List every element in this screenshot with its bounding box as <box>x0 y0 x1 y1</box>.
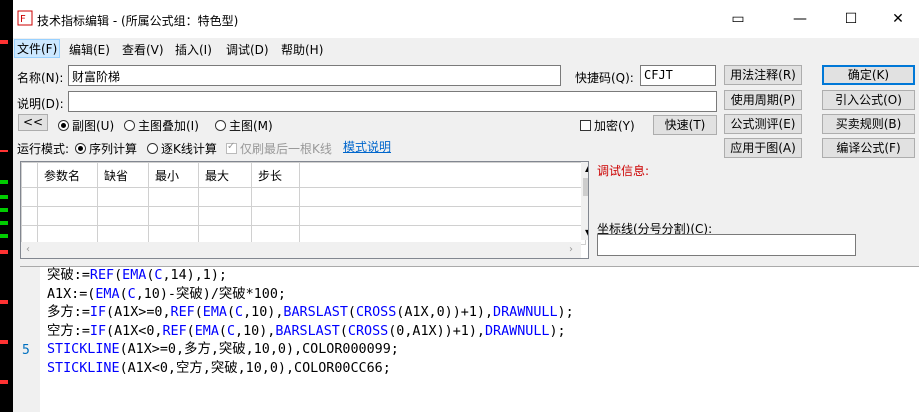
description-input[interactable] <box>68 91 717 112</box>
formula-test-button[interactable]: 公式测评(E) <box>724 114 802 134</box>
coordinate-lines-input[interactable] <box>597 234 856 256</box>
collapse-button[interactable]: << <box>18 114 48 131</box>
table-row[interactable] <box>21 187 586 207</box>
scroll-right-icon[interactable]: › <box>569 244 573 255</box>
window-title: 技术指标编辑 - (所属公式组：特色型) <box>37 14 239 28</box>
menu-edit[interactable]: 编辑(E) <box>69 41 110 58</box>
radio-sequence-calc[interactable]: 序列计算 <box>75 140 137 157</box>
menu-file[interactable]: 文件(F) <box>13 39 61 58</box>
quick-button[interactable]: 快速(T) <box>653 115 717 135</box>
import-formula-button[interactable]: 引入公式(O) <box>822 90 915 110</box>
code-line: STICKLINE(A1X>=0,多方,突破,10,0),COLOR000099… <box>47 342 399 358</box>
params-horizontal-scrollbar[interactable]: ‹ › <box>21 242 581 258</box>
editor-gutter: 5 <box>20 267 40 412</box>
menu-bar: 文件(F) 编辑(E) 查看(V) 插入(I) 调试(D) 帮助(H) <box>13 39 919 58</box>
formula-editor-dialog: F 技术指标编辑 - (所属公式组：特色型) ▭ — ☐ ✕ 文件(F) 编辑(… <box>13 0 919 412</box>
svg-text:F: F <box>20 14 26 25</box>
radio-sub-chart[interactable]: 副图(U) <box>58 117 114 134</box>
usage-period-button[interactable]: 使用周期(P) <box>724 90 802 110</box>
close-button[interactable]: ✕ <box>888 11 908 27</box>
scroll-up-icon[interactable]: ▲ <box>585 164 588 173</box>
mode-help-link[interactable]: 模式说明 <box>343 138 391 155</box>
code-line: 突破:=REF(EMA(C,14),1); <box>47 268 227 283</box>
refresh-last-bar-checkbox[interactable]: 仅刷最后一根K线 <box>226 140 332 157</box>
parameters-table[interactable]: 参数名 缺省 最小 最大 步长 ▲ ▼ ‹ › <box>20 161 589 259</box>
scroll-thumb[interactable] <box>583 178 588 196</box>
radio-per-bar-calc[interactable]: 逐K线计算 <box>147 140 217 157</box>
code-line: A1X:=(EMA(C,10)-突破)/突破*100; <box>47 286 286 302</box>
code-line: STICKLINE(A1X<0,空方,突破,10,0),COLOR00CC66; <box>47 360 391 376</box>
column-header: 最大 <box>198 162 252 188</box>
minimize-button[interactable]: — <box>790 11 810 27</box>
table-header-row: 参数名 缺省 最小 最大 步长 <box>21 162 585 188</box>
restore-window-icon[interactable]: ▭ <box>728 11 748 27</box>
menu-view[interactable]: 查看(V) <box>122 41 164 58</box>
shortcut-input[interactable]: CFJT <box>640 65 716 86</box>
ok-button[interactable]: 确定(K) <box>822 65 915 85</box>
syntax-help-button[interactable]: 用法注释(R) <box>724 65 802 85</box>
shortcut-label: 快捷码(Q): <box>575 71 634 85</box>
description-label: 说明(D): <box>17 97 64 111</box>
menu-help[interactable]: 帮助(H) <box>281 41 323 58</box>
run-mode-label: 运行模式: <box>17 142 70 156</box>
table-row[interactable] <box>21 206 586 226</box>
column-header: 缺省 <box>97 162 149 188</box>
line-number: 5 <box>22 343 30 358</box>
column-header: 参数名 <box>37 162 98 188</box>
scroll-down-icon[interactable]: ▼ <box>585 228 588 237</box>
maximize-button[interactable]: ☐ <box>841 11 861 27</box>
code-line: 空方:=IF(A1X<0,REF(EMA(C,10),BARSLAST(CROS… <box>47 323 566 339</box>
column-header: 步长 <box>251 162 300 188</box>
trade-rules-button[interactable]: 买卖规则(B) <box>822 114 915 134</box>
debug-info-label: 调试信息: <box>597 164 650 178</box>
row-header-corner <box>21 162 38 188</box>
code-text[interactable]: 突破:=REF(EMA(C,14),1); A1X:=(EMA(C,10)-突破)… <box>47 267 574 379</box>
name-input[interactable]: 财富阶梯 <box>68 65 561 86</box>
apply-to-chart-button[interactable]: 应用于图(A) <box>724 138 802 158</box>
app-icon: F <box>17 10 33 26</box>
name-label: 名称(N): <box>17 71 64 85</box>
column-header: 最小 <box>148 162 199 188</box>
background-chart-strip <box>0 0 14 412</box>
title-bar: F 技术指标编辑 - (所属公式组：特色型) ▭ — ☐ ✕ <box>13 0 919 38</box>
code-line: 多方:=IF(A1X>=0,REF(EMA(C,10),BARSLAST(CRO… <box>47 305 574 321</box>
radio-main-overlay[interactable]: 主图叠加(I) <box>124 117 199 134</box>
menu-debug[interactable]: 调试(D) <box>226 41 269 58</box>
params-vertical-scrollbar[interactable]: ▲ ▼ <box>581 162 588 240</box>
scroll-left-icon[interactable]: ‹ <box>26 244 30 255</box>
menu-insert[interactable]: 插入(I) <box>175 41 212 58</box>
encrypt-checkbox[interactable]: 加密(Y) <box>580 117 635 134</box>
code-editor[interactable]: 5 突破:=REF(EMA(C,14),1); A1X:=(EMA(C,10)-突… <box>20 266 919 412</box>
compile-formula-button[interactable]: 编译公式(F) <box>822 138 915 158</box>
radio-main-chart[interactable]: 主图(M) <box>215 117 273 134</box>
